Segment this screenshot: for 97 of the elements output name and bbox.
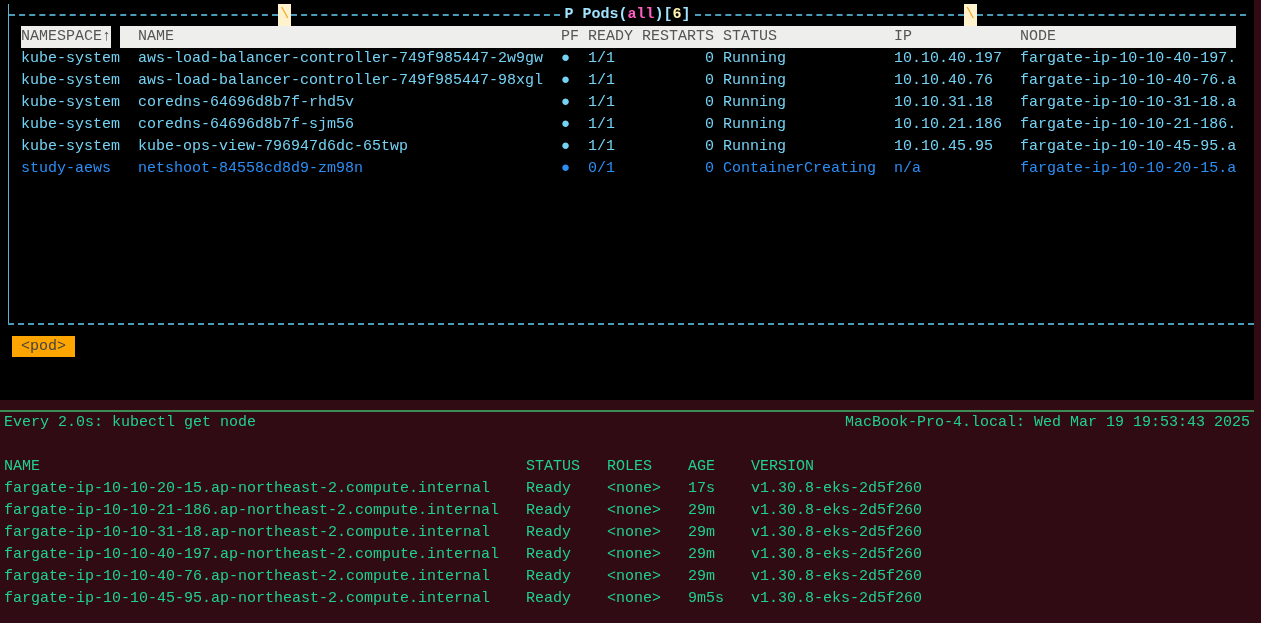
column-header: READY <box>588 26 643 48</box>
table-cell: ContainerCreating <box>723 160 877 177</box>
table-cell: 0 <box>705 138 715 155</box>
table-cell: fargate-ip-10-10-45-95.ap-northeast-2.compute.internal <box>4 590 491 607</box>
table-cell: 1/1 <box>588 138 616 155</box>
table-cell: <none> <box>607 568 662 585</box>
column-header: STATUS <box>526 457 582 477</box>
table-cell: Ready <box>526 480 572 497</box>
table-cell: fargate-ip-10-10-31-18.a <box>1020 94 1237 111</box>
table-cell: 10.10.40.197 <box>894 50 1003 67</box>
table-cell: 1/1 <box>588 116 616 133</box>
table-cell: v1.30.8-eks-2d5f260 <box>751 568 923 585</box>
table-cell: fargate-ip-10-10-40-76.ap-northeast-2.compute.internal <box>4 568 491 585</box>
table-cell: kube-system <box>21 94 121 111</box>
table-cell: 0 <box>705 94 715 111</box>
column-header: AGE <box>688 457 717 477</box>
resource-crumb: <pod> <box>12 336 75 357</box>
table-cell: 29m <box>688 568 716 585</box>
column-header: IP <box>894 26 1021 48</box>
table-cell: v1.30.8-eks-2d5f260 <box>751 590 923 607</box>
table-cell: Ready <box>526 568 572 585</box>
table-cell: 1/1 <box>588 94 616 111</box>
watch-command: Every 2.0s: kubectl get node <box>4 413 257 433</box>
status-dot: ● <box>561 50 571 67</box>
table-cell: 0 <box>705 160 715 177</box>
table-cell: coredns-64696d8b7f-rhd5v <box>138 94 355 111</box>
table-cell: study-aews <box>21 160 111 177</box>
table-cell: <none> <box>607 524 662 541</box>
column-header: NAME <box>4 457 41 477</box>
table-cell: Running <box>723 72 787 89</box>
table-cell: kube-system <box>21 50 121 67</box>
table-cell: fargate-ip-10-10-40-197. <box>1020 50 1237 67</box>
spinner-mark: \ <box>963 4 977 26</box>
table-cell: 10.10.40.76 <box>894 72 994 89</box>
status-dot: ● <box>561 72 571 89</box>
table-cell: 9m5s <box>688 590 725 607</box>
table-cell: kube-system <box>21 138 121 155</box>
table-cell: fargate-ip-10-10-20-15.ap-northeast-2.compute.internal <box>4 480 491 497</box>
table-cell: fargate-ip-10-10-31-18.ap-northeast-2.compute.internal <box>4 524 491 541</box>
table-cell: kube-system <box>21 116 121 133</box>
status-dot: ● <box>561 138 571 155</box>
table-cell: Running <box>723 94 787 111</box>
column-header: STATUS <box>723 26 895 48</box>
table-cell: 0 <box>705 116 715 133</box>
table-cell: 10.10.31.18 <box>894 94 994 111</box>
table-cell: fargate-ip-10-10-20-15.a <box>1020 160 1237 177</box>
host-time: MacBook-Pro-4.local: Wed Mar 19 19:53:43 2025 <box>844 413 1250 433</box>
table-cell: 10.10.21.186 <box>894 116 1003 133</box>
table-cell: kube-ops-view-796947d6dc-65twp <box>138 138 409 155</box>
table-cell: Running <box>723 116 787 133</box>
table-cell: Ready <box>526 590 572 607</box>
table-cell: v1.30.8-eks-2d5f260 <box>751 502 923 519</box>
table-cell: 0 <box>705 50 715 67</box>
table-cell: n/a <box>894 160 922 177</box>
table-cell: v1.30.8-eks-2d5f260 <box>751 480 923 497</box>
table-cell: 0/1 <box>588 160 616 177</box>
status-dot: ● <box>561 116 571 133</box>
column-header: NODE <box>1020 26 1237 48</box>
table-cell: <none> <box>607 590 662 607</box>
table-cell: coredns-64696d8b7f-sjm56 <box>138 116 355 133</box>
table-cell: <none> <box>607 480 662 497</box>
column-header: ROLES <box>607 457 654 477</box>
column-header: VERSION <box>751 457 816 477</box>
column-header: NAMESPACE↑ <box>21 26 111 48</box>
spinner-mark: \ <box>278 4 292 26</box>
table-cell: <none> <box>607 502 662 519</box>
table-cell: Ready <box>526 546 572 563</box>
table-cell: 29m <box>688 502 716 519</box>
table-cell: 1/1 <box>588 72 616 89</box>
table-cell: 29m <box>688 546 716 563</box>
table-cell: fargate-ip-10-10-40-197.ap-northeast-2.compute.internal <box>4 546 500 563</box>
table-cell: 29m <box>688 524 716 541</box>
table-cell: kube-system <box>21 72 121 89</box>
table-cell: netshoot-84558cd8d9-zm98n <box>138 160 364 177</box>
status-dot: ● <box>561 94 571 111</box>
status-dot: ● <box>561 160 571 177</box>
column-header: NAME <box>120 26 562 48</box>
table-cell: 0 <box>705 72 715 89</box>
table-cell: <none> <box>607 546 662 563</box>
table-cell: 1/1 <box>588 50 616 67</box>
table-cell: 17s <box>688 480 716 497</box>
table-cell: Running <box>723 50 787 67</box>
table-cell: fargate-ip-10-10-45-95.a <box>1020 138 1237 155</box>
table-cell: v1.30.8-eks-2d5f260 <box>751 546 923 563</box>
table-cell: Ready <box>526 524 572 541</box>
table-cell: v1.30.8-eks-2d5f260 <box>751 524 923 541</box>
table-cell: fargate-ip-10-10-21-186.ap-northeast-2.compute.internal <box>4 502 500 519</box>
table-cell: aws-load-balancer-controller-749f985447-98xgl <box>138 72 544 89</box>
table-cell: Running <box>723 138 787 155</box>
table-cell: fargate-ip-10-10-21-186. <box>1020 116 1237 133</box>
view-title: P Pods(all)[6] <box>563 5 692 25</box>
table-cell: Ready <box>526 502 572 519</box>
column-header: RESTARTS <box>642 26 724 48</box>
table-cell: aws-load-balancer-controller-749f985447-2w9gw <box>138 50 544 67</box>
table-cell: 10.10.45.95 <box>894 138 994 155</box>
column-header: PF <box>561 26 589 48</box>
table-cell: fargate-ip-10-10-40-76.a <box>1020 72 1237 89</box>
